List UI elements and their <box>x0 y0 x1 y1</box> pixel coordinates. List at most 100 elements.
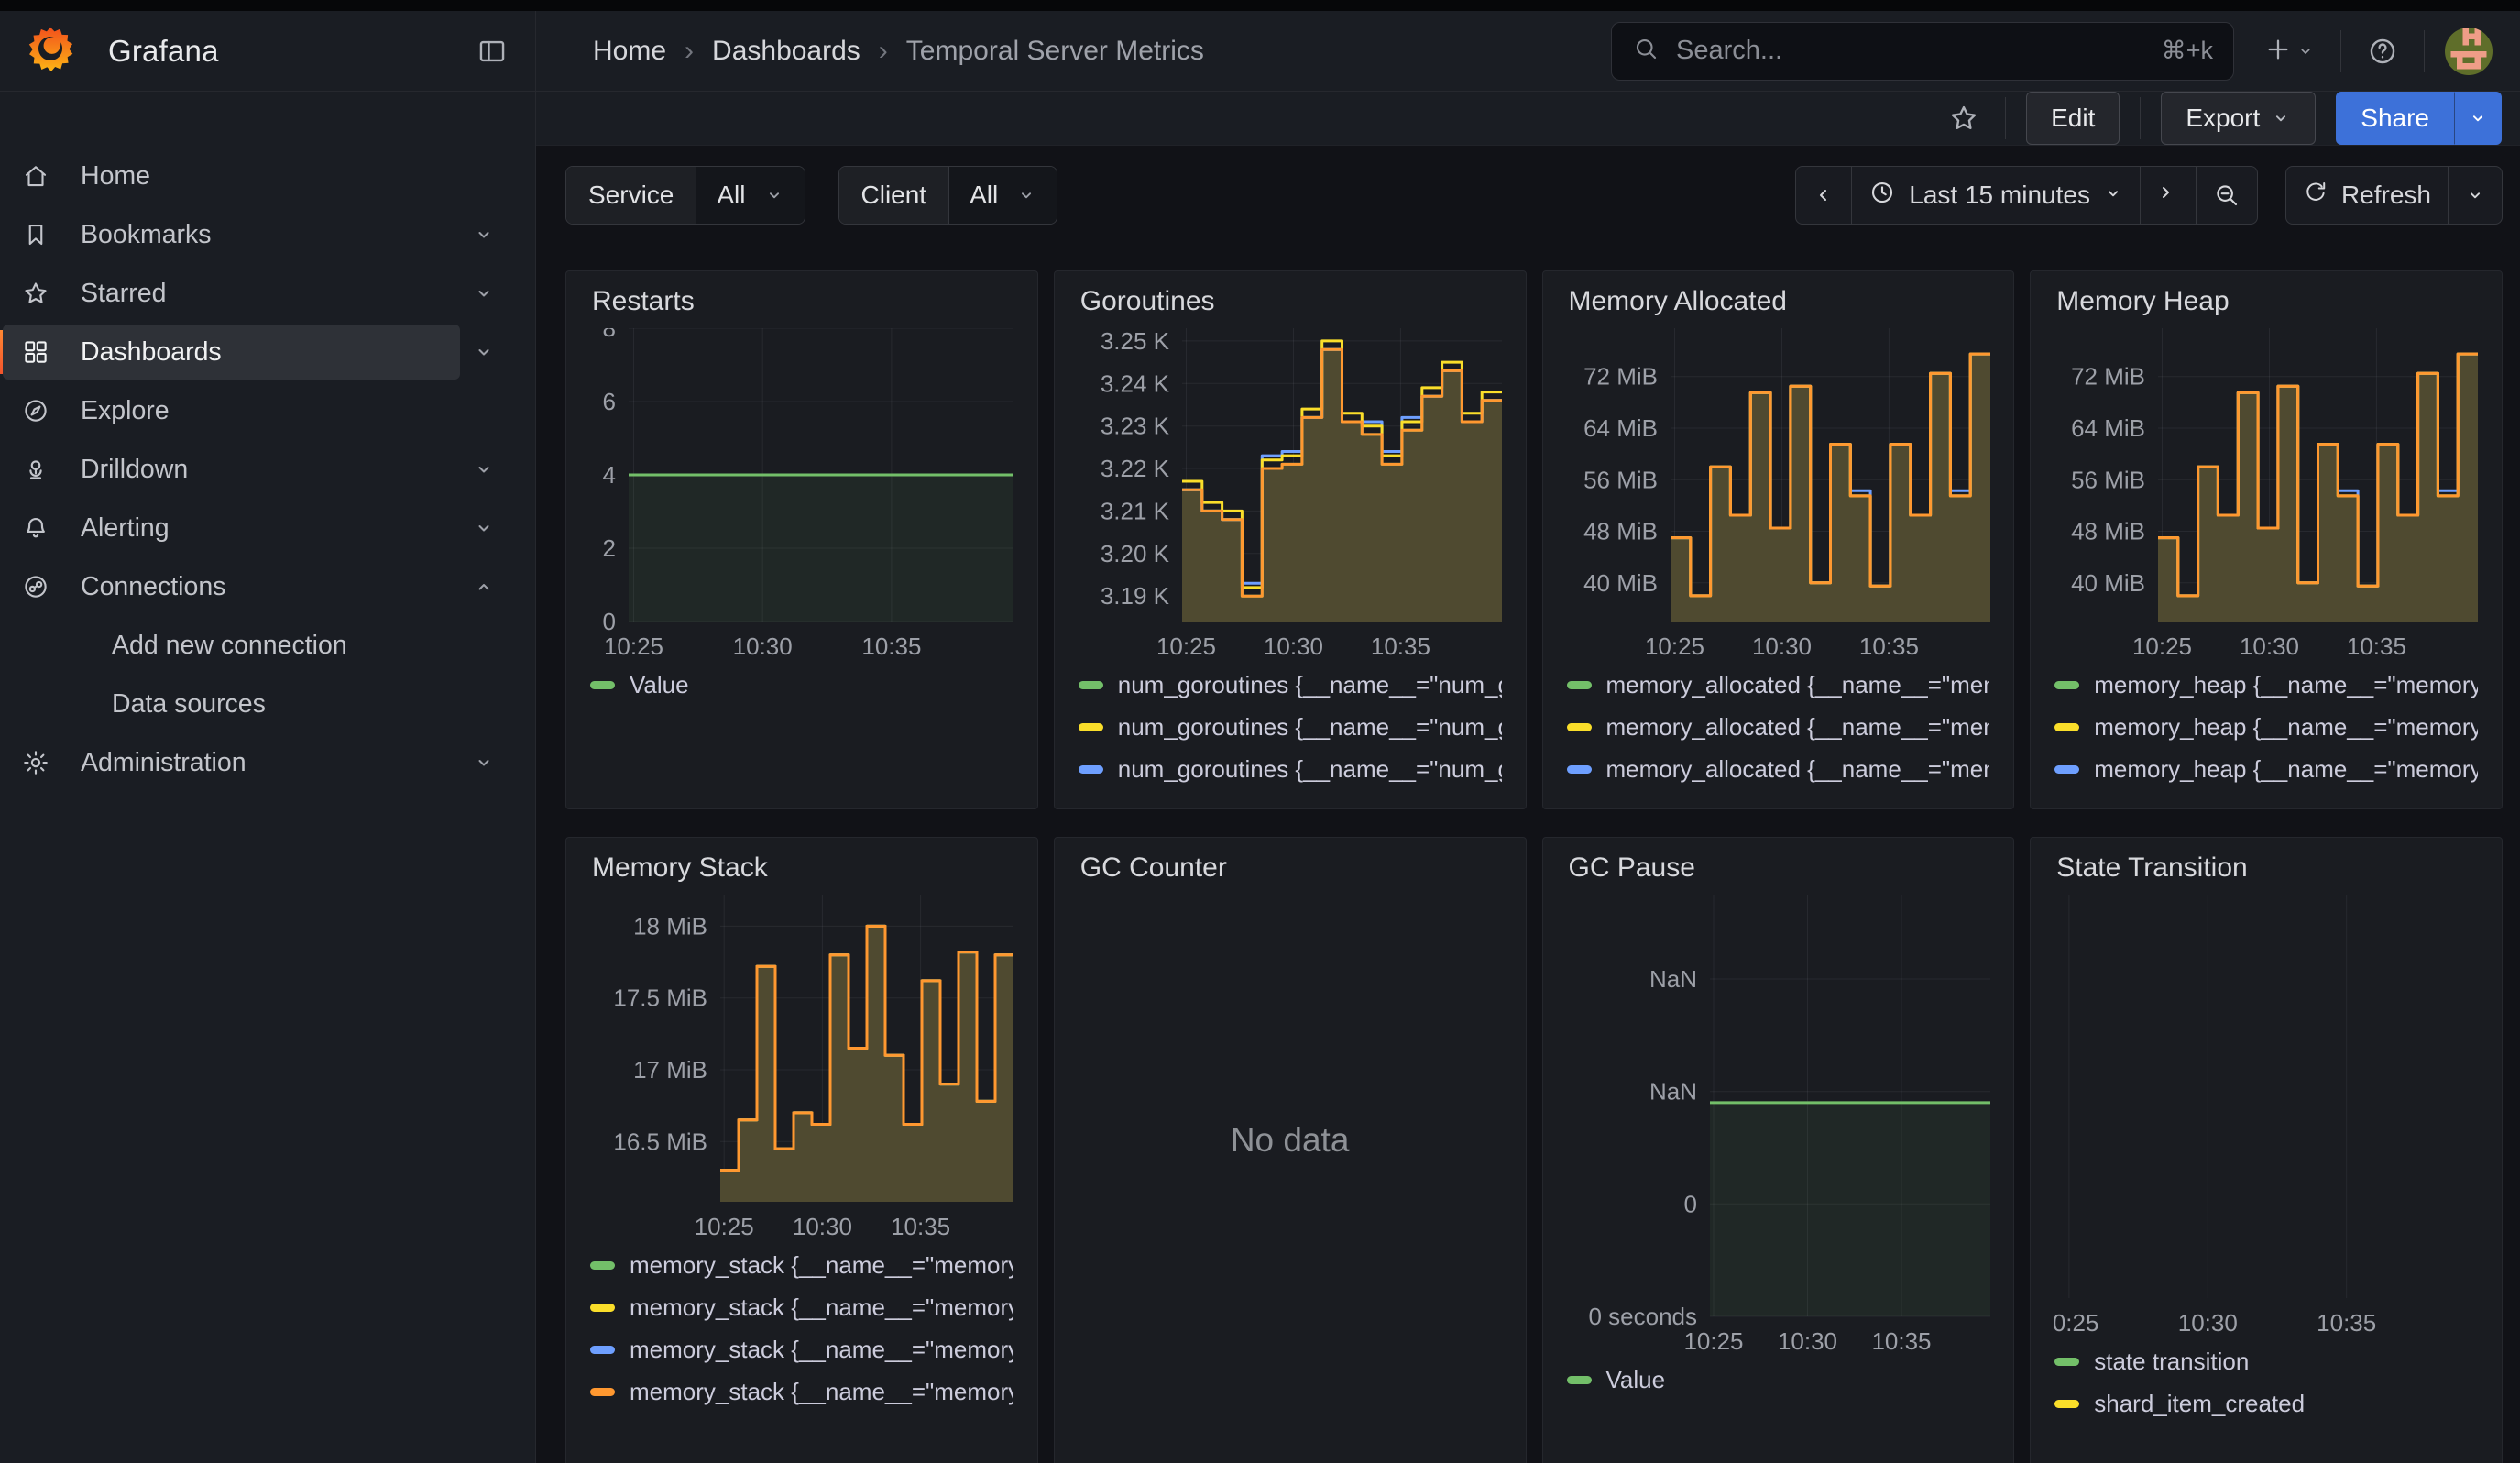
time-range-picker[interactable]: Last 15 minutes <box>1852 166 2141 225</box>
legend-item[interactable]: memory_heap {__name__="memory_h <box>2054 664 2478 706</box>
sidebar-item-drilldown[interactable]: Drilldown <box>0 442 517 497</box>
refresh-interval-button[interactable] <box>2449 166 2503 225</box>
avatar-image <box>2445 28 2493 75</box>
legend-item[interactable]: memory_stack {__name__="memory_s <box>590 1328 1013 1370</box>
legend-item[interactable]: shard_item_created <box>2054 1382 2478 1424</box>
legend-item[interactable]: memory_stack {__name__="memory_s <box>590 1370 1013 1413</box>
search-input[interactable] <box>1674 35 2162 67</box>
search-box[interactable]: ⌘+k <box>1611 22 2234 81</box>
panel-title[interactable]: Restarts <box>592 286 1013 317</box>
legend-item[interactable]: state transition <box>2054 1340 2478 1382</box>
legend-item[interactable]: memory_allocated {__name__="memo <box>1567 706 1990 748</box>
service-filter[interactable]: Service All <box>565 166 805 225</box>
sidebar-item-administration[interactable]: Administration <box>0 735 517 790</box>
sidebar-item-connections[interactable]: Connections <box>0 559 517 614</box>
help-icon <box>2367 36 2398 67</box>
legend-item[interactable]: num_goroutines {__name__="num_go <box>1079 790 1502 798</box>
legend-color-swatch <box>590 1388 615 1396</box>
sidebar-item-home[interactable]: Home <box>0 148 517 204</box>
export-button[interactable]: Export <box>2161 92 2316 145</box>
sidebar-item-alerting[interactable]: Alerting <box>0 500 517 556</box>
panel-chart[interactable]: 10:2510:3010:35 <box>2054 895 2478 1338</box>
breadcrumb-separator: › <box>879 36 888 67</box>
panel-chart[interactable]: 0246810:2510:3010:35 <box>590 328 1013 662</box>
breadcrumb: Home›Dashboards›Temporal Server Metrics <box>593 36 1204 67</box>
svg-text:10:35: 10:35 <box>1858 632 1918 660</box>
legend-item[interactable]: num_goroutines {__name__="num_go <box>1079 664 1502 706</box>
legend-item[interactable]: memory_heap {__name__="memory_h <box>2054 706 2478 748</box>
panel-chart[interactable]: 3.19 K3.20 K3.21 K3.22 K3.23 K3.24 K3.25… <box>1079 328 1502 662</box>
breadcrumb-item[interactable]: Dashboards <box>712 36 860 67</box>
panel-toggle-icon <box>477 36 508 67</box>
sidebar-item-label: Administration <box>81 748 247 778</box>
add-new-button[interactable] <box>2258 29 2320 72</box>
legend-item[interactable]: num_goroutines {__name__="num_go <box>1079 748 1502 790</box>
avatar[interactable] <box>2445 28 2493 75</box>
time-shift-back-button[interactable] <box>1795 166 1852 225</box>
sidebar-item-label: Dashboards <box>81 337 222 368</box>
legend-color-swatch <box>590 681 615 689</box>
panel-title[interactable]: Goroutines <box>1080 286 1502 317</box>
legend-item[interactable]: num_goroutines {__name__="num_go <box>1079 706 1502 748</box>
sidebar-item-data-sources[interactable]: Data sources <box>0 676 517 732</box>
svg-text:10:25: 10:25 <box>2054 1309 2098 1336</box>
plus-icon <box>2263 35 2293 64</box>
sidebar-toggle-button[interactable] <box>471 30 513 72</box>
grafana-logo[interactable] <box>26 24 75 78</box>
legend-item[interactable]: memory_allocated {__name__="memo <box>1567 748 1990 790</box>
svg-text:56 MiB: 56 MiB <box>2071 466 2145 493</box>
no-data-message[interactable]: No data <box>1079 884 1502 1397</box>
legend-item[interactable]: Value <box>1567 1358 1990 1401</box>
sidebar-item-explore[interactable]: Explore <box>0 383 517 438</box>
legend-color-swatch <box>590 1304 615 1312</box>
search-icon <box>1632 35 1660 62</box>
sidebar-item-label: Add new connection <box>112 631 347 661</box>
favorite-star-button[interactable] <box>1943 97 1985 139</box>
home-icon <box>22 162 49 190</box>
panel-title[interactable]: GC Pause <box>1569 852 1990 884</box>
share-menu-button[interactable] <box>2454 92 2502 145</box>
legend-item[interactable]: Value <box>590 664 1013 706</box>
legend-item[interactable]: memory_heap {__name__="memory_h <box>2054 790 2478 798</box>
panel-title[interactable]: Memory Allocated <box>1569 286 1990 317</box>
panel-legend: Value <box>1567 1358 1990 1414</box>
panel-chart[interactable]: 16.5 MiB17 MiB17.5 MiB18 MiB10:2510:3010… <box>590 895 1013 1242</box>
chevron-left-icon <box>1813 184 1835 206</box>
sidebar-item-label: Starred <box>81 279 166 309</box>
panel-chart[interactable]: 40 MiB48 MiB56 MiB64 MiB72 MiB10:2510:30… <box>1567 328 1990 662</box>
zoom-out-button[interactable] <box>2197 166 2258 225</box>
panel-title[interactable]: Memory Stack <box>592 852 1013 884</box>
legend-item[interactable]: memory_stack {__name__="memory_s <box>590 1244 1013 1286</box>
refresh-button[interactable]: Refresh <box>2285 166 2449 225</box>
legend-item[interactable]: memory_allocated {__name__="memo <box>1567 790 1990 798</box>
panel-title[interactable]: State Transition <box>2056 852 2478 884</box>
panel-chart[interactable]: 40 MiB48 MiB56 MiB64 MiB72 MiB10:2510:30… <box>2054 328 2478 662</box>
client-filter[interactable]: Client All <box>838 166 1058 225</box>
sidebar-item-bookmarks[interactable]: Bookmarks <box>0 207 517 262</box>
sidebar-item-starred[interactable]: Starred <box>0 266 517 321</box>
share-button[interactable]: Share <box>2336 92 2454 145</box>
panel-title[interactable]: GC Counter <box>1080 852 1502 884</box>
chevron-down <box>2103 183 2123 204</box>
edit-button[interactable]: Edit <box>2026 92 2120 145</box>
svg-text:10:25: 10:25 <box>604 632 663 660</box>
legend-color-swatch <box>1567 723 1592 732</box>
svg-text:10:30: 10:30 <box>2178 1309 2238 1336</box>
time-shift-forward-button[interactable] <box>2141 166 2197 225</box>
compass-icon <box>22 397 49 424</box>
legend-item[interactable]: memory_stack {__name__="memory_s <box>590 1286 1013 1328</box>
chevron-right-icon <box>2157 184 2179 206</box>
help-button[interactable] <box>2361 30 2404 72</box>
sidebar-item-dashboards[interactable]: Dashboards <box>0 324 517 380</box>
svg-text:0 seconds: 0 seconds <box>1588 1303 1697 1330</box>
legend-item[interactable]: memory_heap {__name__="memory_h <box>2054 748 2478 790</box>
sidebar: HomeBookmarks Starred Dashboards ExploreDri… <box>0 92 536 1463</box>
breadcrumb-item[interactable]: Home <box>593 36 666 67</box>
panel-title[interactable]: Memory Heap <box>2056 286 2478 317</box>
sidebar-item-add-new-connection[interactable]: Add new connection <box>0 618 517 673</box>
svg-text:3.19 K: 3.19 K <box>1101 582 1170 610</box>
search-icon <box>1632 35 1660 67</box>
legend-item[interactable]: memory_allocated {__name__="memo <box>1567 664 1990 706</box>
panel-chart[interactable]: 0 seconds0NaNNaN10:2510:3010:35 <box>1567 895 1990 1357</box>
chevron-down <box>2296 42 2315 60</box>
